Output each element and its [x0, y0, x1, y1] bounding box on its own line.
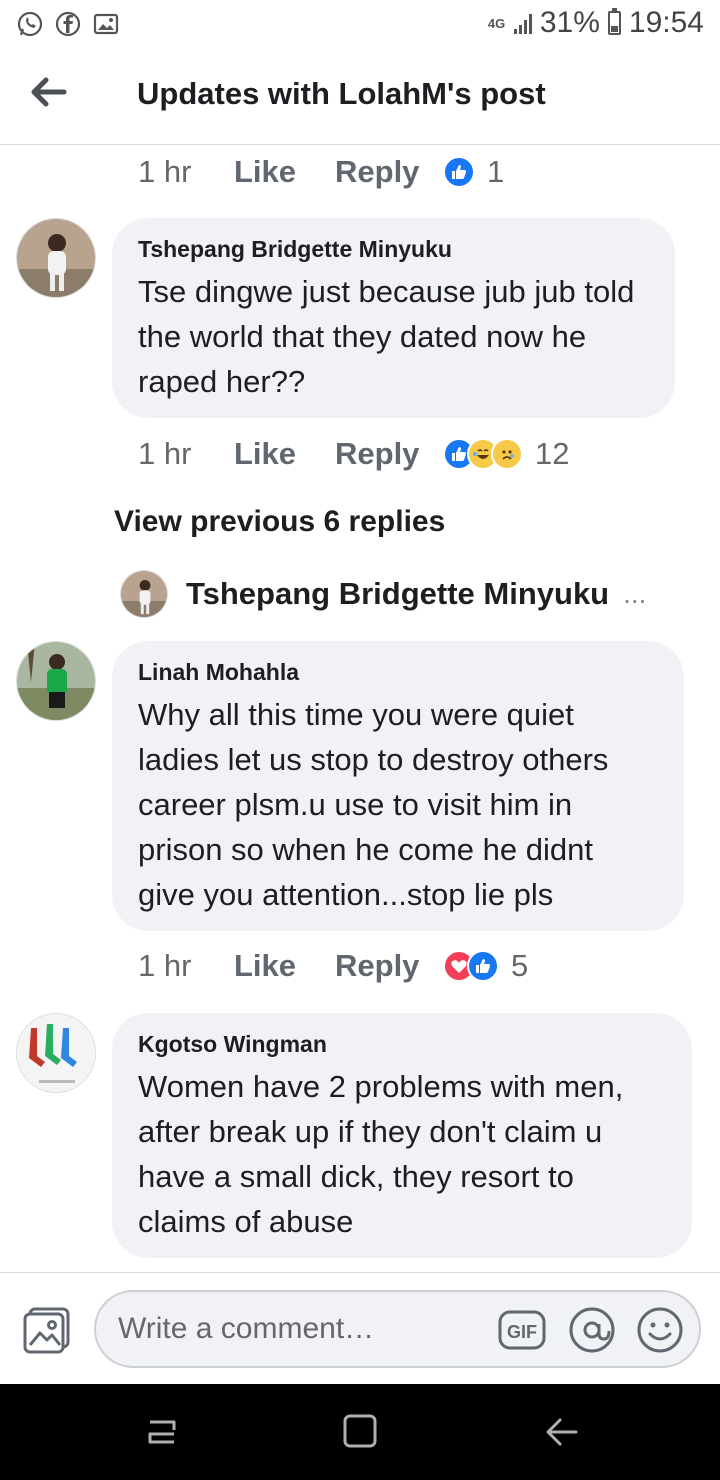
comment-text: Why all this time you were quiet ladies … [138, 697, 609, 912]
recent-apps-icon[interactable] [142, 1410, 182, 1454]
reply-preview-author: Tshepang Bridgette Minyuku [186, 576, 610, 611]
home-icon[interactable] [340, 1410, 380, 1454]
gif-label: GIF [507, 1322, 537, 1342]
comment-actions: 1 hr Like Reply 1 [138, 152, 504, 192]
status-bar: 4G 31% 19:54 [0, 0, 720, 50]
signal-icon [513, 12, 532, 34]
reaction-icons[interactable] [443, 950, 499, 982]
like-reaction-icon [467, 950, 499, 982]
reaction-count: 1 [487, 154, 505, 189]
page-title: Updates with LolahM's post [137, 76, 546, 111]
reaction-count: 5 [511, 948, 529, 983]
system-status: 4G 31% 19:54 [488, 6, 704, 40]
comment-actions: 1 hr Like Reply 12 [138, 434, 569, 474]
reply-button[interactable]: Reply [335, 948, 443, 984]
comment-author[interactable]: Linah Mohahla [138, 659, 658, 686]
whatsapp-icon [17, 11, 43, 37]
comment-author[interactable]: Kgotso Wingman [138, 1031, 666, 1058]
photo-icon[interactable] [22, 1305, 72, 1355]
gallery-icon [93, 13, 119, 35]
comment-time: 1 hr [138, 948, 192, 983]
emoji-icon[interactable] [636, 1306, 684, 1354]
comment-placeholder: Write a comment… [118, 1312, 375, 1345]
gif-icon[interactable]: GIF [498, 1306, 546, 1354]
reaction-count: 12 [535, 436, 570, 471]
avatar[interactable] [16, 1013, 96, 1093]
like-button[interactable]: Like [234, 948, 335, 984]
comment-input[interactable]: Write a comment… GIF [94, 1290, 701, 1368]
comment-actions: 1 hr Like Reply 5 [138, 946, 528, 986]
back-arrow-icon[interactable] [26, 74, 72, 110]
reply-button[interactable]: Reply [335, 436, 443, 472]
comment-text: Women have 2 problems with men, after br… [138, 1069, 624, 1239]
like-reaction-icon [443, 156, 475, 188]
battery-percent: 31% [539, 6, 600, 39]
like-button[interactable]: Like [234, 154, 335, 190]
facebook-icon [55, 11, 81, 37]
network-type: 4G [487, 15, 506, 31]
back-icon[interactable] [542, 1410, 582, 1454]
avatar [120, 570, 168, 618]
comment-text: Tse dingwe just because jub jub told the… [138, 274, 635, 399]
clock: 19:54 [628, 6, 704, 39]
more-icon: ... [623, 578, 647, 609]
comment-author[interactable]: Tshepang Bridgette Minyuku [138, 236, 649, 263]
comment-bubble: Kgotso Wingman Women have 2 problems wit… [112, 1013, 692, 1258]
comment-time: 1 hr [138, 154, 192, 189]
reaction-icons[interactable] [443, 438, 523, 470]
mention-icon[interactable] [568, 1306, 616, 1354]
avatar[interactable] [16, 641, 96, 721]
system-nav-bar [0, 1384, 720, 1480]
notification-icons [16, 10, 120, 38]
reaction-icons[interactable] [443, 156, 475, 188]
reply-preview[interactable]: Tshepang Bridgette Minyuku ... [120, 570, 646, 618]
header: Updates with LolahM's post [0, 50, 720, 145]
reply-button[interactable]: Reply [335, 154, 443, 190]
comment-bubble: Linah Mohahla Why all this time you were… [112, 641, 684, 931]
comment-composer: Write a comment… GIF [0, 1272, 720, 1384]
comment-bubble: Tshepang Bridgette Minyuku Tse dingwe ju… [112, 218, 675, 418]
view-previous-replies[interactable]: View previous 6 replies [114, 505, 445, 539]
like-button[interactable]: Like [234, 436, 335, 472]
avatar[interactable] [16, 218, 96, 298]
battery-icon [607, 8, 621, 35]
sad-reaction-icon [491, 438, 523, 470]
comment-time: 1 hr [138, 436, 192, 471]
